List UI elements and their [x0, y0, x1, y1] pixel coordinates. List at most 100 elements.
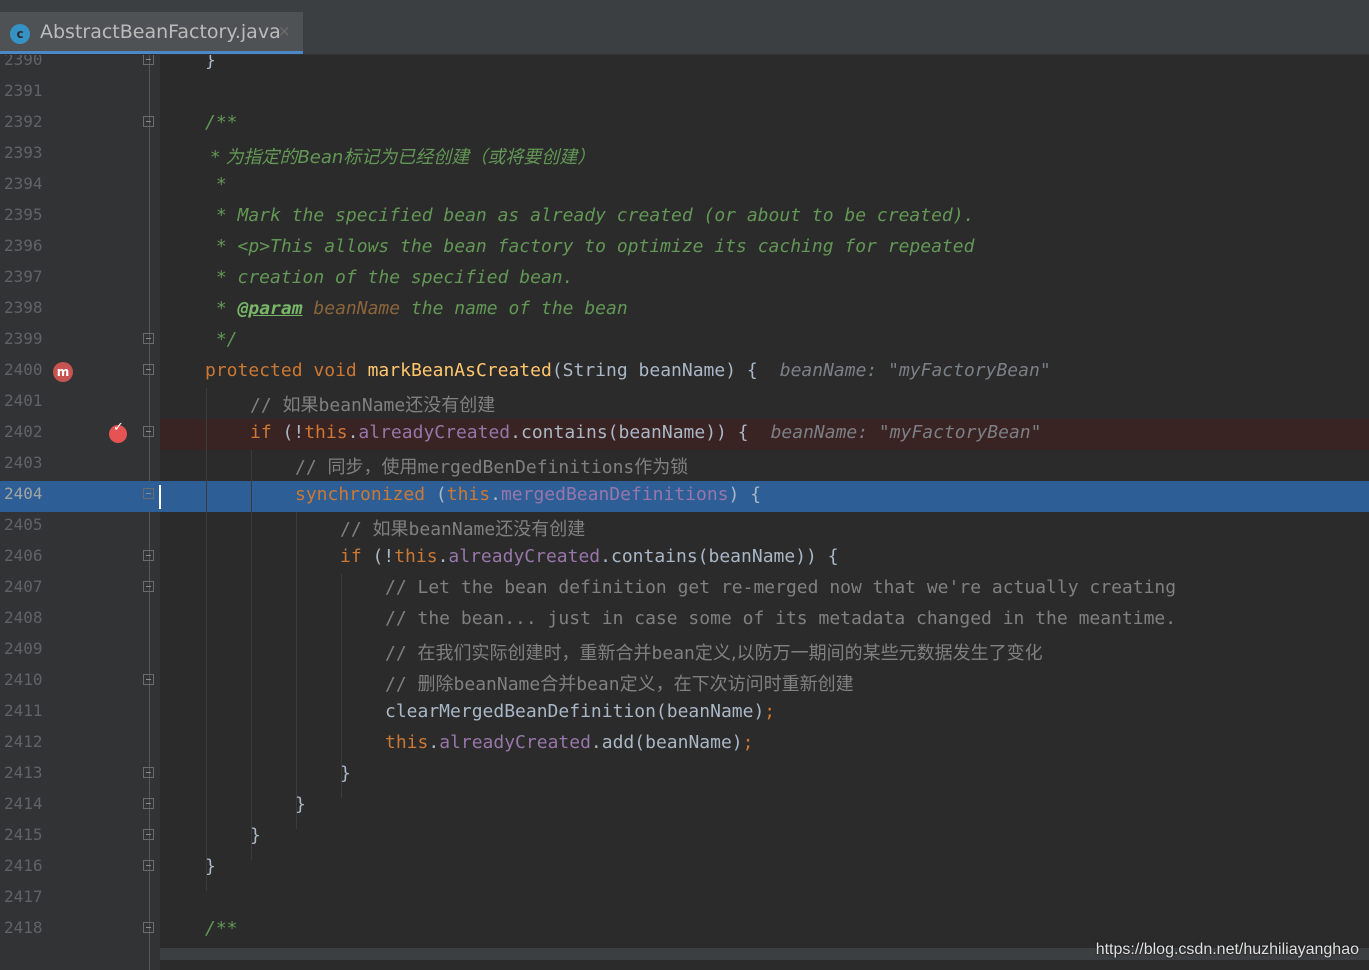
code-text: if (!this.alreadyCreated.contains(beanNa… — [160, 546, 839, 567]
line-number: 2414 — [4, 794, 43, 813]
text-caret — [159, 485, 161, 509]
comment-part: mergedBenDefinitions — [417, 457, 635, 478]
code-line-2392: 2392 /** — [0, 107, 1369, 138]
editor-tab-bar: c AbstractBeanFactory.java × — [0, 12, 1369, 55]
comment-part: 合并 — [540, 674, 577, 695]
line-number-current: 2404 — [4, 484, 43, 503]
comment-part: // — [340, 519, 373, 540]
code-line-2400: 2400 m protected void markBeanAsCreated(… — [0, 355, 1369, 386]
code-line-2391: 2391 — [0, 76, 1369, 107]
code-line-2406: 2406 if (!this.alreadyCreated.contains(b… — [0, 541, 1369, 572]
code-line-2402: 2402 ✓ if (!this.alreadyCreated.contains… — [0, 417, 1369, 448]
field-name: alreadyCreated — [448, 546, 601, 567]
code-line-2395: 2395 * Mark the specified bean as alread… — [0, 200, 1369, 231]
field-name: mergedBeanDefinitions — [500, 484, 729, 505]
javadoc-param-tag: @param — [237, 298, 303, 319]
code-line-2397: 2397 * creation of the specified bean. — [0, 262, 1369, 293]
code-text: this.alreadyCreated.add(beanName); — [160, 732, 753, 753]
code-line-2414: 2414 } — [0, 789, 1369, 820]
javadoc-text: /** — [205, 112, 238, 133]
code-line-2390: 2390 } — [0, 55, 1369, 76]
line-number: 2398 — [4, 298, 43, 317]
override-method-icon[interactable]: m — [53, 362, 73, 382]
line-comment: // 如果beanName还没有创建 — [160, 515, 585, 541]
line-number: 2394 — [4, 174, 43, 193]
fold-marker-icon[interactable] — [143, 767, 154, 778]
keyword: if — [340, 546, 362, 567]
code-text: } — [295, 794, 306, 815]
fold-marker-icon[interactable] — [143, 116, 154, 127]
code-part: ) { — [728, 484, 762, 505]
comment-part: 定义,以防万一期间的某些元数据发生了变化 — [694, 643, 1043, 664]
comment-part: 定义，在下次访问时重新创建 — [619, 674, 854, 695]
field-name: alreadyCreated — [439, 732, 591, 753]
code-part: . — [437, 546, 449, 567]
code-part: . — [428, 732, 440, 753]
code-line-2403: 2403 // 同步，使用mergedBenDefinitions作为锁 — [0, 448, 1369, 479]
code-part: . — [347, 422, 359, 443]
javadoc-text: * creation of the specified bean. — [205, 267, 574, 288]
editor-tab-abstractbeanfactory[interactable]: c AbstractBeanFactory.java × — [0, 12, 303, 54]
keyword: this — [446, 484, 491, 505]
fold-marker-icon[interactable] — [143, 426, 154, 437]
semicolon: ; — [742, 732, 754, 753]
javadoc-prefix: * — [205, 236, 238, 257]
javadoc-text: */ — [205, 329, 238, 350]
fold-marker-icon[interactable] — [143, 674, 154, 685]
javadoc-text: * @param beanName the name of the bean — [160, 298, 628, 319]
code-part: ( — [435, 484, 447, 505]
code-line-2393: 2393 * 为指定的Bean标记为已经创建（或将要创建） — [0, 138, 1369, 169]
line-number: 2415 — [4, 825, 43, 844]
fold-marker-icon[interactable] — [143, 922, 154, 933]
debug-inline-value: beanName: "myFactoryBean" — [779, 360, 1051, 381]
code-line-2410: 2410 // 删除beanName合并bean定义，在下次访问时重新创建 — [0, 665, 1369, 696]
line-comment: // Let the bean definition get re-merged… — [385, 577, 1177, 598]
line-number: 2412 — [4, 732, 43, 751]
javadoc-body: This allows the bean factory to optimize… — [270, 236, 975, 257]
line-number: 2391 — [4, 81, 43, 100]
keyword: this — [394, 546, 438, 567]
comment-part: 还没有创建 — [495, 519, 586, 540]
method-signature: (String beanName) { — [551, 360, 758, 381]
code-line-2418: 2418 /** — [0, 913, 1369, 944]
line-number: 2401 — [4, 391, 43, 410]
javadoc-text: /** — [205, 918, 238, 939]
comment-part: // — [385, 674, 418, 695]
fold-marker-icon[interactable] — [143, 550, 154, 561]
code-line-2404: 2404 synchronized (this.mergedBeanDefini… — [0, 479, 1369, 510]
code-line-2408: 2408 // the bean... just in case some of… — [0, 603, 1369, 634]
comment-part: 如果 — [372, 519, 409, 540]
code-line-2417: 2417 — [0, 882, 1369, 913]
comment-part: 删除 — [417, 674, 454, 695]
fold-marker-icon[interactable] — [143, 860, 154, 871]
fold-marker-icon[interactable] — [143, 364, 154, 375]
javadoc-text: * — [205, 174, 227, 195]
java-class-icon: c — [10, 24, 30, 44]
code-text: } — [250, 825, 261, 846]
line-number: 2409 — [4, 639, 43, 658]
fold-marker-icon[interactable] — [143, 798, 154, 809]
fold-marker-icon[interactable] — [143, 581, 154, 592]
line-number: 2402 — [4, 422, 43, 441]
code-line-2401: 2401 // 如果beanName还没有创建 — [0, 386, 1369, 417]
code-part: (! — [372, 546, 395, 567]
fold-marker-icon[interactable] — [143, 488, 154, 499]
fold-marker-icon[interactable] — [143, 333, 154, 344]
code-text: clearMergedBeanDefinition(beanName); — [160, 701, 775, 722]
line-number: 2397 — [4, 267, 43, 286]
line-number: 2418 — [4, 918, 43, 937]
tab-title: AbstractBeanFactory.java — [40, 21, 281, 43]
code-editor[interactable]: 2390 } 2391 2392 /** 2393 * 为指定的Bean标记为已… — [0, 55, 1369, 970]
javadoc-body: the name of the bean — [410, 298, 628, 319]
fold-marker-icon[interactable] — [143, 55, 154, 65]
code-line-2398: 2398 * @param beanName the name of the b… — [0, 293, 1369, 324]
javadoc-html-tag: <p> — [237, 236, 271, 257]
javadoc-text: * <p>This allows the bean factory to opt… — [160, 236, 975, 257]
comment-part: 作为锁 — [634, 457, 689, 478]
field-name: alreadyCreated — [358, 422, 511, 443]
code-part: .contains(beanName)) { — [600, 546, 839, 567]
fold-marker-icon[interactable] — [143, 829, 154, 840]
line-number: 2417 — [4, 887, 43, 906]
comment-part: // — [385, 643, 418, 664]
close-icon[interactable]: × — [278, 22, 291, 40]
